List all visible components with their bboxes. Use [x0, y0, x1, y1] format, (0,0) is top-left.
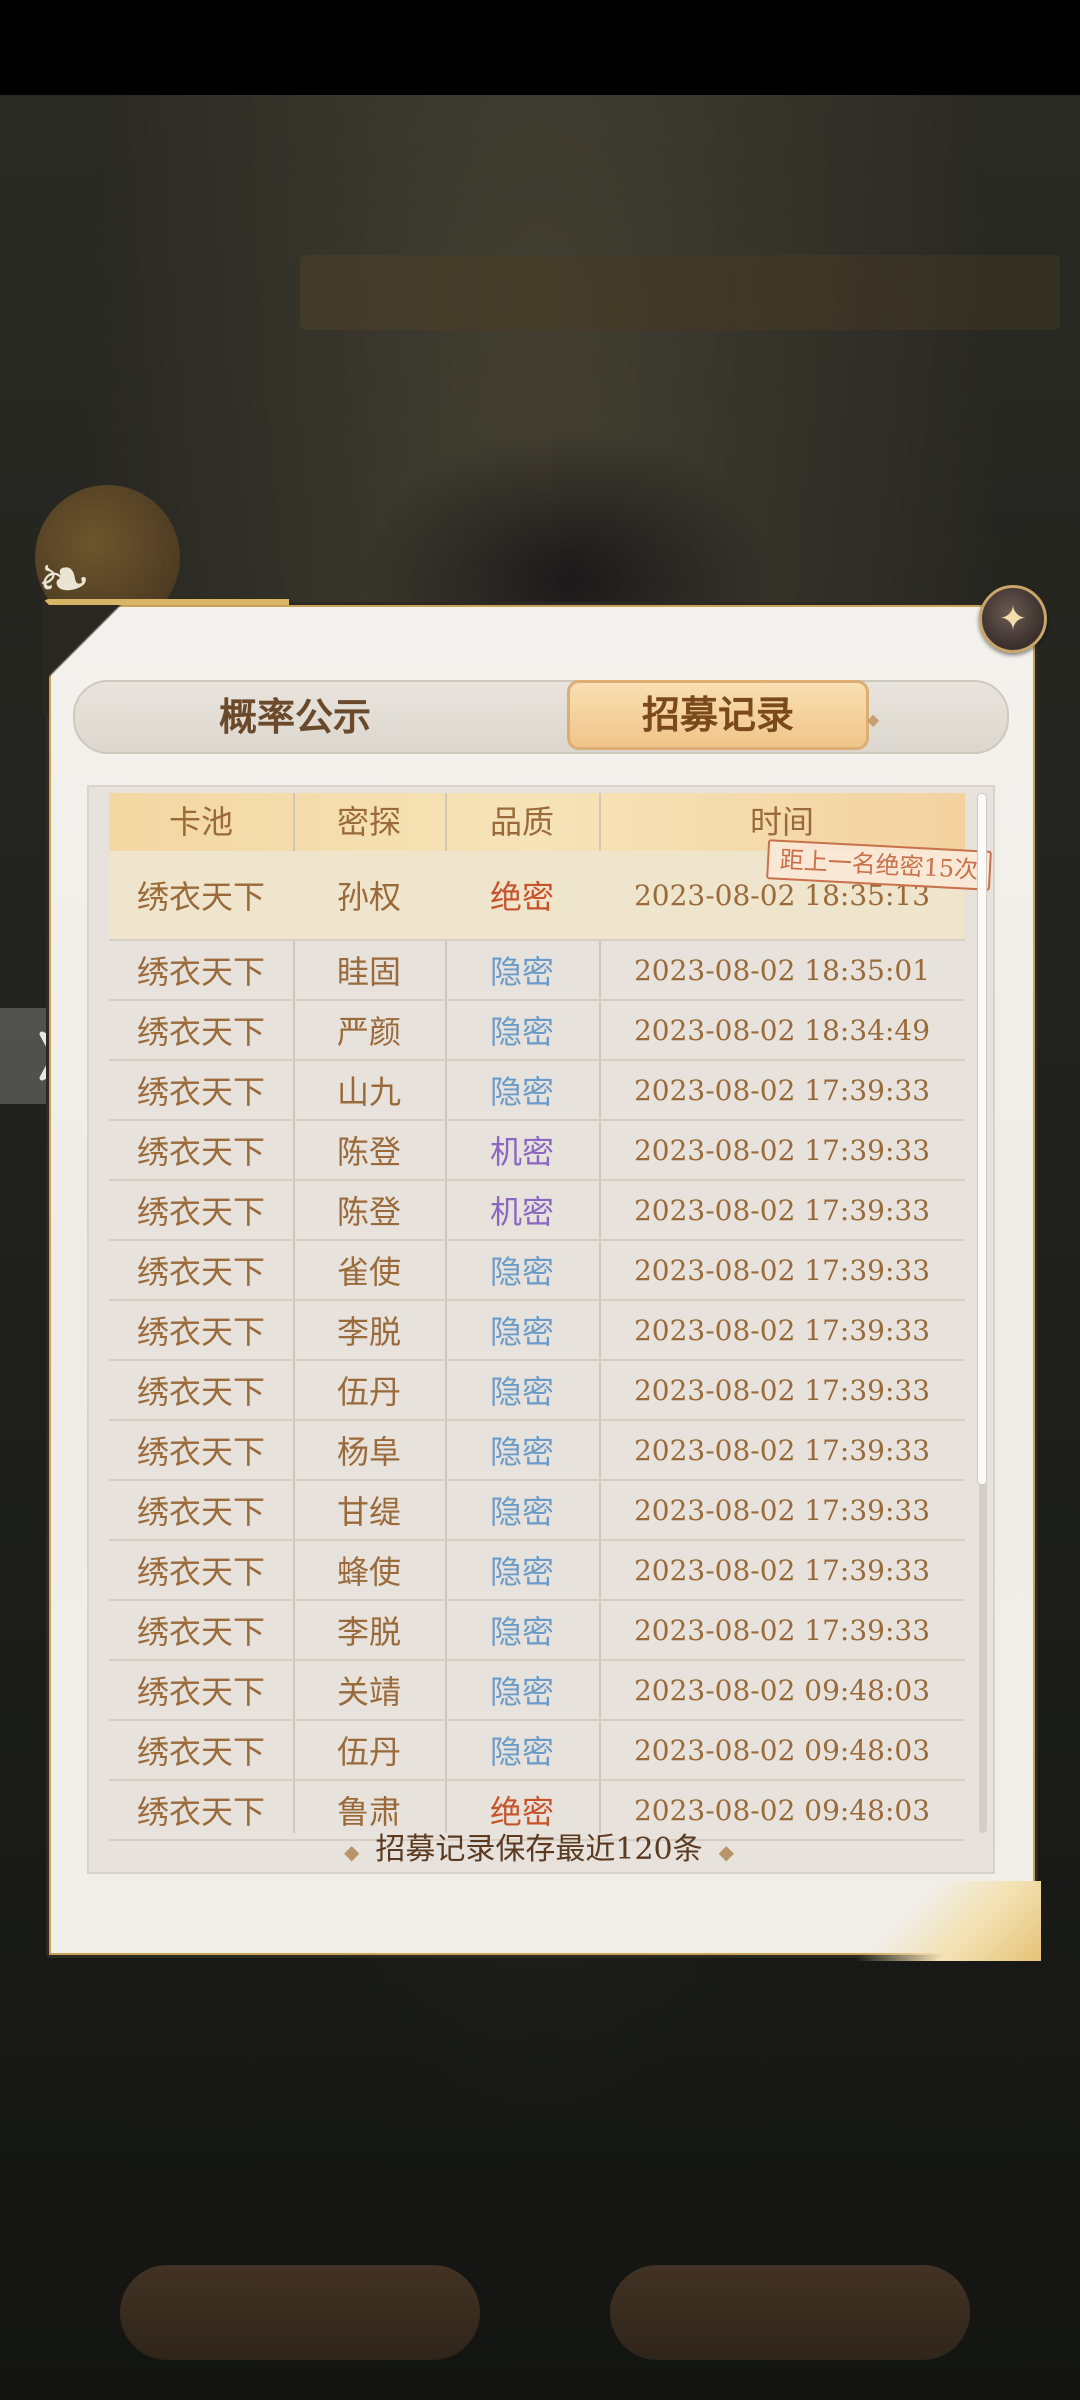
- cell-agent: 眭固: [336, 953, 401, 991]
- tab-probability[interactable]: 概率公示: [135, 682, 455, 752]
- diamond-ornament-icon: ◆: [867, 710, 880, 729]
- cell-time: 2023-08-02 09:48:03: [633, 1673, 931, 1707]
- cell-quality: 隐密: [489, 1313, 554, 1351]
- cell-time: 2023-08-02 17:39:33: [633, 1193, 931, 1227]
- table-row: 绣衣天下 孙权 绝密 2023-08-02 18:35:13 距上一名绝密15次: [109, 839, 992, 941]
- cell-pool: 绣衣天下: [136, 1253, 265, 1291]
- diamond-ornament-icon: ◆: [343, 1840, 360, 1864]
- cell-quality: 隐密: [489, 1433, 554, 1471]
- table-row: 绣衣天下 伍丹 隐密 2023-08-02 17:39:33: [109, 1361, 965, 1421]
- cell-quality: 隐密: [489, 953, 554, 991]
- cell-quality: 机密: [489, 1133, 554, 1171]
- cell-quality: 隐密: [489, 1073, 554, 1111]
- record-table[interactable]: 卡池 密探 品质 时间 绣衣天下 孙权 绝密 2023-08-02 18:35:13 距…: [87, 785, 995, 1874]
- cell-quality: 隐密: [489, 1253, 554, 1291]
- cell-agent: 严颜: [336, 1013, 401, 1051]
- cell-pool: 绣衣天下: [136, 1013, 265, 1051]
- close-icon: ✦: [998, 599, 1028, 639]
- bird-ornament-icon: ❧: [37, 543, 91, 617]
- cell-agent: 伍丹: [336, 1373, 401, 1411]
- cell-quality: 隐密: [489, 1013, 554, 1051]
- table-row: 绣衣天下 关靖 隐密 2023-08-02 09:48:03: [109, 1661, 965, 1721]
- cell-time: 2023-08-02 17:39:33: [633, 1313, 931, 1347]
- cell-quality: 隐密: [489, 1373, 554, 1411]
- cell-agent: 杨阜: [336, 1433, 401, 1471]
- cell-quality: 隐密: [489, 1553, 554, 1591]
- cell-pool: 绣衣天下: [136, 1073, 265, 1111]
- cell-agent: 甘缇: [336, 1493, 401, 1531]
- cell-quality: 隐密: [489, 1493, 554, 1531]
- cell-pool: 绣衣天下: [136, 1133, 265, 1171]
- cell-time: 2023-08-02 17:39:33: [633, 1373, 931, 1407]
- cell-agent: 陈登: [336, 1193, 401, 1231]
- cell-pool: 绣衣天下: [136, 1373, 265, 1411]
- cell-time: 2023-08-02 17:39:33: [633, 1433, 931, 1467]
- recruit-record-dialog: ❧ ✦ 概率公示 ◆ 招募记录 ◆ 卡池 密探 品质 时间 绣衣天下孙权绝密20…: [37, 543, 1047, 1961]
- cell-pool: 绣衣天下: [136, 1673, 265, 1711]
- table-row: 绣衣天下 山九 隐密 2023-08-02 17:39:33: [109, 1061, 965, 1121]
- cell-time: 2023-08-02 17:39:33: [633, 1073, 931, 1107]
- tab-recruit-record[interactable]: 招募记录: [567, 680, 869, 750]
- tab-bar: 概率公示 ◆ 招募记录 ◆: [73, 680, 1009, 754]
- background-recruit-once-button: [120, 2265, 480, 2360]
- cell-quality: 隐密: [489, 1613, 554, 1651]
- cell-pool: 绣衣天下: [136, 1433, 265, 1471]
- cell-pool: 绣衣天下: [136, 1733, 265, 1771]
- table-row: 绣衣天下 严颜 隐密 2023-08-02 18:34:49: [109, 1001, 965, 1061]
- table-body: 绣衣天下 孙权 绝密 2023-08-02 18:35:13 距上一名绝密15次 绣衣天下…: [109, 839, 992, 1841]
- table-row: 绣衣天下 蜂使 隐密 2023-08-02 17:39:33: [109, 1541, 965, 1601]
- cell-agent: 伍丹: [336, 1733, 401, 1771]
- table-row: 绣衣天下 伍丹 隐密 2023-08-02 09:48:03: [109, 1721, 965, 1781]
- table-row: 绣衣天下 陈登 机密 2023-08-02 17:39:33: [109, 1181, 965, 1241]
- cell-agent: 山九: [336, 1073, 401, 1111]
- cell-pool: 绣衣天下: [136, 1553, 265, 1591]
- diamond-ornament-icon: ◆: [718, 1840, 735, 1864]
- cell-agent: 雀使: [336, 1253, 401, 1291]
- cell-time: 2023-08-02 17:39:33: [633, 1613, 931, 1647]
- header-agent: 密探: [336, 803, 401, 841]
- cell-time: 2023-08-02 17:39:33: [633, 1253, 931, 1287]
- header-pool: 卡池: [168, 803, 233, 841]
- footer-note-text: 招募记录保存最近120条: [375, 1832, 703, 1867]
- header-quality: 品质: [489, 803, 554, 841]
- cell-quality: 机密: [489, 1193, 554, 1231]
- table-row: 绣衣天下 李脱 隐密 2023-08-02 17:39:33: [109, 1601, 965, 1661]
- cell-agent: 李脱: [336, 1613, 401, 1651]
- cell-time: 2023-08-02 17:39:33: [633, 1133, 931, 1167]
- cell-agent: 孙权: [336, 878, 401, 916]
- cell-agent: 李脱: [336, 1313, 401, 1351]
- cell-time: 2023-08-02 17:39:33: [633, 1553, 931, 1587]
- table-row: 绣衣天下 眭固 隐密 2023-08-02 18:35:01: [109, 941, 965, 1001]
- table-row: 绣衣天下 陈登 机密 2023-08-02 17:39:33: [109, 1121, 965, 1181]
- cell-time: 2023-08-02 18:35:01: [633, 953, 931, 987]
- cell-quality: 绝密: [489, 878, 554, 916]
- cell-quality: 隐密: [489, 1733, 554, 1771]
- cell-agent: 关靖: [336, 1673, 401, 1711]
- cell-time: 2023-08-02 17:39:33: [633, 1493, 931, 1527]
- cell-agent: 蜂使: [336, 1553, 401, 1591]
- close-button[interactable]: ✦: [979, 585, 1047, 653]
- table-row: 绣衣天下 李脱 隐密 2023-08-02 17:39:33: [109, 1301, 965, 1361]
- cell-agent: 陈登: [336, 1133, 401, 1171]
- cell-pool: 绣衣天下: [136, 1493, 265, 1531]
- corner-ornament: [781, 1881, 1041, 1961]
- cell-time: 2023-08-02 18:34:49: [633, 1013, 931, 1047]
- cell-time: 2023-08-02 09:48:03: [633, 1733, 931, 1767]
- table-row: 绣衣天下 甘缇 隐密 2023-08-02 17:39:33: [109, 1481, 965, 1541]
- background-banner: [300, 255, 1060, 330]
- cell-pool: 绣衣天下: [136, 1193, 265, 1231]
- cell-pool: 绣衣天下: [136, 878, 265, 916]
- cell-pool: 绣衣天下: [136, 953, 265, 991]
- scrollbar-thumb[interactable]: [977, 793, 987, 1485]
- cell-pool: 绣衣天下: [136, 1613, 265, 1651]
- cell-quality: 隐密: [489, 1673, 554, 1711]
- background-recruit-ten-button: [610, 2265, 970, 2360]
- table-row: 绣衣天下 杨阜 隐密 2023-08-02 17:39:33: [109, 1421, 965, 1481]
- cell-pool: 绣衣天下: [136, 1313, 265, 1351]
- status-bar: [0, 0, 1080, 95]
- footer-note: ◆ 招募记录保存最近120条 ◆: [87, 1825, 991, 1875]
- table-row: 绣衣天下 雀使 隐密 2023-08-02 17:39:33: [109, 1241, 965, 1301]
